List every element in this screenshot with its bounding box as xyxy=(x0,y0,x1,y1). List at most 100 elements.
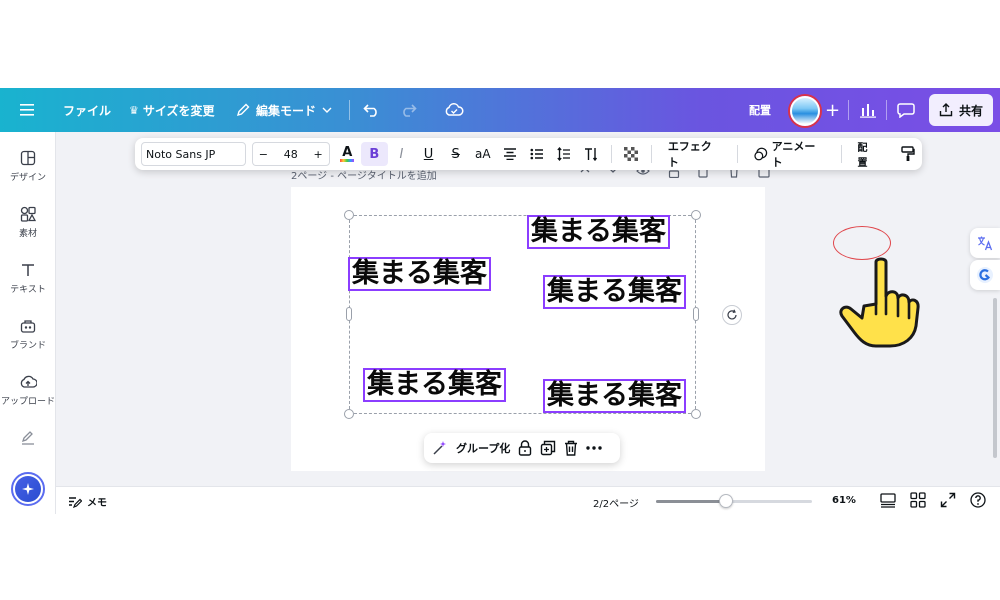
zoom-slider-fill xyxy=(656,500,727,503)
sidebar-item-label: アップロード xyxy=(0,397,55,407)
font-size-input[interactable]: 48 xyxy=(284,148,298,161)
annotation-highlight-circle xyxy=(833,226,891,260)
translate-icon[interactable] xyxy=(970,228,1000,258)
sidebar-item-label: デザイン xyxy=(9,173,46,183)
paint-roller-icon[interactable] xyxy=(895,142,922,166)
grid-view-icon[interactable] xyxy=(910,492,926,508)
text-box[interactable]: 集まる集客 xyxy=(527,215,670,249)
text-formatting-toolbar: Noto Sans JP − 48 + A B I U S aA エフェクト ア… xyxy=(135,138,922,170)
upload-icon xyxy=(20,375,37,388)
font-family-select[interactable]: Noto Sans JP xyxy=(141,142,246,166)
transparency-icon[interactable] xyxy=(618,142,645,166)
text-color-letter: A xyxy=(342,144,353,160)
bold-button[interactable]: B xyxy=(360,142,388,166)
bullet-list-icon[interactable] xyxy=(523,142,550,166)
share-button[interactable]: 共有 xyxy=(929,94,993,126)
trash-icon[interactable] xyxy=(564,440,578,456)
magic-assistant-button[interactable] xyxy=(11,472,45,506)
assistant-logo-icon[interactable] xyxy=(970,260,1000,290)
resize-handle[interactable] xyxy=(344,409,354,419)
duplicate-icon[interactable] xyxy=(540,440,556,456)
add-collaborator-button[interactable]: + xyxy=(825,88,840,132)
group-button[interactable]: グループ化 xyxy=(456,440,510,456)
divider xyxy=(886,100,887,120)
resize-button[interactable]: ♛ サイズを変更 xyxy=(129,88,215,132)
top-bar: ファイル ♛ サイズを変更 編集モード 配置 + 共有 xyxy=(0,88,1000,132)
insights-chart-icon[interactable] xyxy=(860,88,876,132)
view-controls xyxy=(880,492,986,508)
divider xyxy=(737,145,739,163)
pencil-icon xyxy=(236,103,250,117)
chevron-down-icon xyxy=(322,107,332,113)
layout-icon xyxy=(20,150,36,166)
sidebar-item-brand[interactable]: ブランド xyxy=(0,318,56,351)
edit-mode-button[interactable]: 編集モード xyxy=(236,88,332,132)
notes-icon xyxy=(69,496,82,508)
lock-icon[interactable] xyxy=(518,440,532,456)
edit-mode-label: 編集モード xyxy=(256,103,317,118)
sidebar-item-label: 素材 xyxy=(18,229,37,239)
font-size-increase-button[interactable]: + xyxy=(313,148,322,161)
more-options-icon[interactable] xyxy=(586,446,603,450)
align-center-icon[interactable] xyxy=(496,142,523,166)
italic-button[interactable]: I xyxy=(388,142,415,166)
menu-icon[interactable] xyxy=(20,88,36,132)
page-view-icon[interactable] xyxy=(880,492,896,508)
redo-icon[interactable] xyxy=(399,88,417,132)
color-rainbow-bar xyxy=(340,158,355,162)
cloud-saved-icon[interactable] xyxy=(444,88,464,132)
font-size-decrease-button[interactable]: − xyxy=(259,148,268,161)
animate-button[interactable]: アニメート xyxy=(744,140,834,169)
resize-handle[interactable] xyxy=(691,409,701,419)
divider xyxy=(840,145,842,163)
sidebar-item-elements[interactable]: 素材 xyxy=(0,206,56,239)
fullscreen-icon[interactable] xyxy=(940,492,956,508)
side-handle[interactable] xyxy=(346,307,352,321)
resize-handle[interactable] xyxy=(691,210,701,220)
sidebar-item-draw[interactable] xyxy=(0,430,56,446)
zoom-level[interactable]: 61% xyxy=(832,495,856,506)
text-box[interactable]: 集まる集客 xyxy=(363,368,506,402)
help-icon[interactable] xyxy=(970,492,986,508)
undo-icon[interactable] xyxy=(363,88,381,132)
notes-label: メモ xyxy=(87,498,107,509)
text-box[interactable]: 集まる集客 xyxy=(543,275,686,309)
magic-edit-icon[interactable] xyxy=(432,440,448,456)
animate-label: アニメート xyxy=(771,140,816,169)
avatar[interactable] xyxy=(790,96,820,126)
resize-handle[interactable] xyxy=(344,210,354,220)
rotate-icon[interactable] xyxy=(722,305,742,325)
letter-case-button[interactable]: aA xyxy=(469,142,496,166)
sidebar-item-label: ブランド xyxy=(9,341,46,351)
notes-button[interactable]: メモ xyxy=(68,494,107,509)
font-size-stepper: − 48 + xyxy=(251,142,330,166)
strikethrough-button[interactable]: S xyxy=(442,142,469,166)
text-box[interactable]: 集まる集客 xyxy=(348,257,491,291)
left-sidebar: デザイン 素材 テキスト ブランド アップロード xyxy=(0,132,56,514)
canva-editor: ファイル ♛ サイズを変更 編集モード 配置 + 共有 デザイン 素材 テキスト… xyxy=(0,88,1000,514)
pointing-hand-icon xyxy=(839,257,920,348)
scrollbar[interactable] xyxy=(993,298,997,458)
sidebar-item-text[interactable]: テキスト xyxy=(0,262,56,295)
zoom-slider-knob[interactable] xyxy=(719,494,734,508)
side-handle[interactable] xyxy=(693,307,699,321)
sidebar-item-design[interactable]: デザイン xyxy=(0,150,56,183)
share-label: 共有 xyxy=(958,103,983,118)
file-menu[interactable]: ファイル xyxy=(63,88,111,132)
arrange-button[interactable]: 配置 xyxy=(847,142,886,169)
page-indicator[interactable]: 2/2ページ xyxy=(593,495,639,510)
brand-icon xyxy=(20,320,36,333)
spacing-icon[interactable] xyxy=(551,142,578,166)
text-color-icon[interactable]: A xyxy=(334,142,361,166)
arrange-label-top: 配置 xyxy=(749,104,771,117)
text-box[interactable]: 集まる集客 xyxy=(543,379,686,413)
resize-label: サイズを変更 xyxy=(142,103,215,118)
comment-icon[interactable] xyxy=(897,88,915,132)
bottom-bar: メモ 2/2ページ 61% xyxy=(56,486,1000,514)
effects-button[interactable]: エフェクト xyxy=(658,140,731,169)
divider xyxy=(848,100,849,120)
underline-button[interactable]: U xyxy=(415,142,442,166)
sidebar-item-upload[interactable]: アップロード xyxy=(0,374,56,407)
zoom-slider[interactable] xyxy=(656,494,812,508)
vertical-text-icon[interactable] xyxy=(578,142,605,166)
